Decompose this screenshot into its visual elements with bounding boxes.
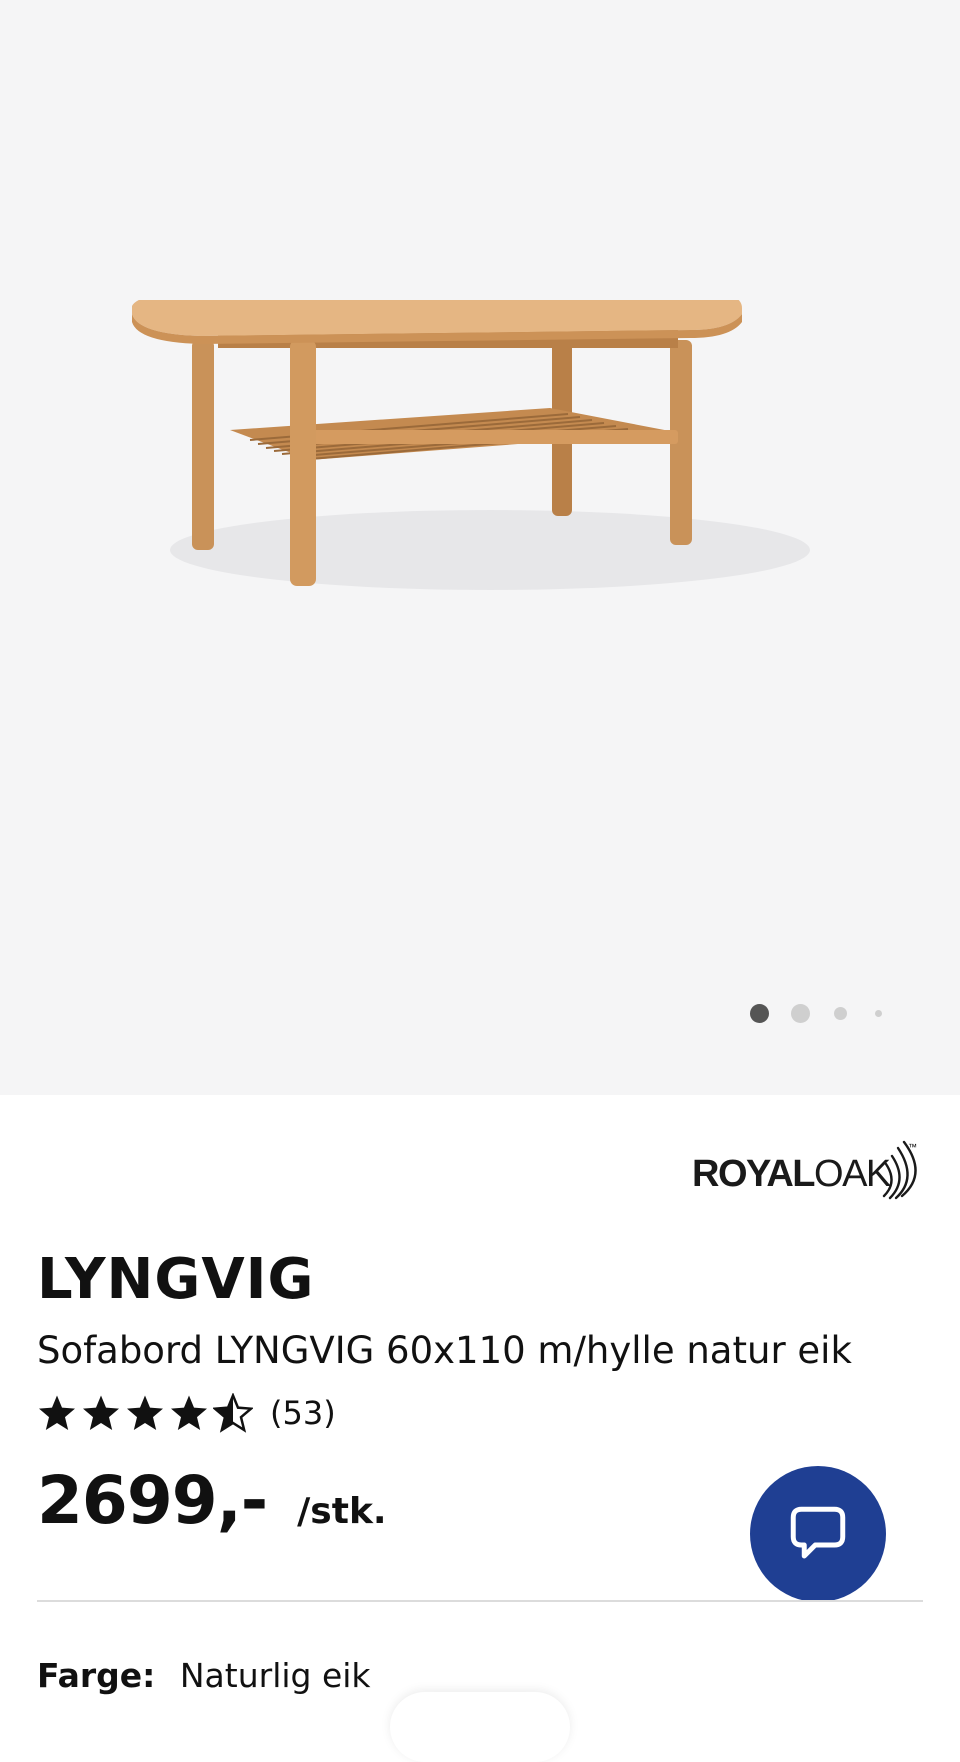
star-full-icon xyxy=(83,1395,119,1430)
product-rating[interactable]: (53) xyxy=(37,1389,336,1437)
carousel-dot[interactable] xyxy=(834,1006,847,1020)
color-value: Naturlig eik xyxy=(179,1656,371,1695)
carousel-dot-active[interactable] xyxy=(750,1003,769,1023)
brand-logo-text: ROYALOAK xyxy=(692,1153,891,1195)
color-option[interactable]: Farge: Naturlig eik xyxy=(37,1656,371,1695)
divider xyxy=(37,1600,923,1602)
carousel-dot[interactable] xyxy=(791,1003,810,1023)
price-row: 2699,- /stk. xyxy=(37,1462,387,1539)
product-title: LYNGVIG xyxy=(37,1247,315,1312)
color-label: Farge: xyxy=(37,1656,156,1695)
rating-count: (53) xyxy=(270,1394,336,1432)
floating-bottom-pill[interactable] xyxy=(390,1692,570,1762)
carousel-dot[interactable] xyxy=(875,1009,882,1017)
price-unit: /stk. xyxy=(297,1491,387,1532)
rating-stars xyxy=(37,1393,257,1433)
product-subtitle: Sofabord LYNGVIG 60x110 m/hylle natur ei… xyxy=(37,1329,852,1372)
product-image xyxy=(132,300,810,590)
carousel-dots[interactable] xyxy=(750,1003,882,1023)
star-half-icon xyxy=(213,1393,253,1433)
brand-logo-arcs-icon: ™ xyxy=(882,1140,917,1200)
product-image-gallery[interactable] xyxy=(0,0,960,1095)
brand-logo[interactable]: ROYALOAK ™ xyxy=(692,1136,922,1202)
star-full-icon xyxy=(171,1395,207,1430)
product-price: 2699,- xyxy=(37,1462,268,1539)
trademark-symbol: ™ xyxy=(908,1142,917,1152)
chat-bubble-icon xyxy=(790,1506,846,1559)
star-full-icon xyxy=(127,1395,163,1430)
chat-button[interactable] xyxy=(750,1466,886,1602)
star-full-icon xyxy=(39,1395,75,1430)
